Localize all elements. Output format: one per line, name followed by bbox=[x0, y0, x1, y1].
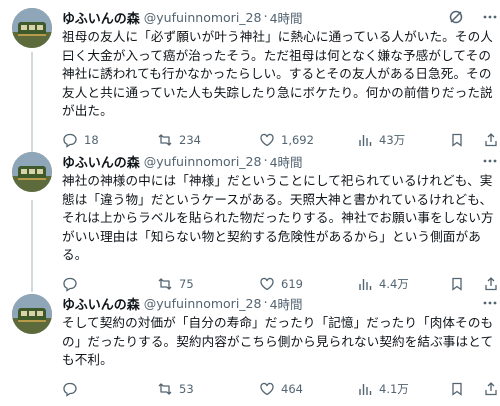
like-button[interactable]: 1,692 bbox=[259, 132, 357, 148]
avatar[interactable] bbox=[12, 294, 52, 334]
grok-slash-icon[interactable] bbox=[447, 8, 465, 26]
tweet-top-actions bbox=[481, 152, 499, 170]
timestamp[interactable]: 4時間 bbox=[270, 152, 303, 171]
bookmark-icon bbox=[452, 382, 462, 396]
retweet-icon bbox=[158, 133, 172, 146]
share-upload-icon bbox=[485, 132, 497, 146]
bookmark-icon bbox=[452, 133, 462, 147]
tweet-text: 神社の神様の中には「神様」だということにして祀られているけれども、実態は「違う物… bbox=[62, 173, 494, 262]
more-dots-icon[interactable] bbox=[481, 8, 499, 26]
like-button[interactable]: 464 bbox=[259, 381, 357, 397]
reply-button[interactable]: 18 bbox=[62, 132, 157, 148]
views-bar-chart-icon bbox=[359, 383, 372, 395]
tweet-body: ゆふいんの森 @yufuinnomori_28 · 4時間 そして契約の対価が「… bbox=[62, 294, 500, 406]
tweet-top-actions bbox=[447, 8, 499, 26]
avatar-column bbox=[12, 294, 52, 406]
like-count: 1,692 bbox=[281, 132, 314, 147]
avatar[interactable] bbox=[12, 152, 52, 192]
more-dots-icon[interactable] bbox=[481, 294, 499, 312]
author-name[interactable]: ゆふいんの森 bbox=[62, 152, 140, 171]
more-dots-icon[interactable] bbox=[481, 152, 499, 170]
tweet-top-actions bbox=[481, 294, 499, 312]
tweet-header: ゆふいんの森 @yufuinnomori_28 · 4時間 bbox=[62, 294, 499, 313]
retweet-icon bbox=[158, 382, 172, 395]
reply-bubble-icon bbox=[63, 133, 77, 148]
retweet-button[interactable]: 53 bbox=[157, 381, 259, 397]
separator: · bbox=[263, 295, 268, 311]
heart-icon bbox=[260, 382, 274, 395]
reply-bubble-icon bbox=[63, 382, 77, 397]
author-handle[interactable]: @yufuinnomori_28 bbox=[144, 10, 262, 25]
bookmark-button[interactable] bbox=[449, 381, 465, 397]
retweet-button[interactable]: 234 bbox=[157, 132, 259, 148]
tweet-actions: 18 234 1,692 43万 bbox=[62, 131, 499, 149]
views-button[interactable]: 43万 bbox=[357, 132, 443, 148]
tweet-actions: 53 464 4.1万 bbox=[62, 380, 499, 398]
heart-icon bbox=[260, 133, 274, 146]
avatar-column bbox=[12, 8, 52, 156]
tweet-text: 祖母の友人に「必ず願いが叶う神社」に熱心に通っている人がいた。その人曰く大金が入… bbox=[62, 29, 493, 118]
share-button[interactable] bbox=[483, 381, 499, 397]
views-button[interactable]: 4.1万 bbox=[357, 381, 443, 397]
thread-line bbox=[31, 200, 33, 292]
author-name[interactable]: ゆふいんの森 bbox=[62, 8, 140, 27]
separator: · bbox=[263, 153, 268, 169]
author-handle[interactable]: @yufuinnomori_28 bbox=[144, 154, 262, 169]
share-button[interactable] bbox=[483, 132, 499, 148]
views-count: 43万 bbox=[379, 132, 406, 147]
tweet-header: ゆふいんの森 @yufuinnomori_28 · 4時間 bbox=[62, 152, 499, 171]
timestamp[interactable]: 4時間 bbox=[270, 294, 303, 313]
retweet-count: 53 bbox=[179, 381, 194, 396]
views-bar-chart-icon bbox=[359, 134, 372, 146]
thread-line bbox=[31, 52, 33, 156]
retweet-count: 234 bbox=[179, 132, 201, 147]
avatar[interactable] bbox=[12, 8, 52, 48]
author-name[interactable]: ゆふいんの森 bbox=[62, 294, 140, 313]
reply-button[interactable] bbox=[62, 381, 157, 397]
separator: · bbox=[263, 9, 268, 25]
timestamp[interactable]: 4時間 bbox=[270, 8, 303, 27]
reply-count: 18 bbox=[84, 132, 99, 147]
avatar-column bbox=[12, 152, 52, 292]
tweet-body: ゆふいんの森 @yufuinnomori_28 · 4時間 祖母の友人に「必ず願… bbox=[62, 8, 500, 148]
like-count: 464 bbox=[281, 381, 303, 396]
author-handle[interactable]: @yufuinnomori_28 bbox=[144, 296, 262, 311]
tweet-text: そして契約の対価が「自分の寿命」だったり「記憶」だったり「肉体そのもの」だったり… bbox=[62, 315, 494, 367]
tweet-body: ゆふいんの森 @yufuinnomori_28 · 4時間 神社の神様の中には「… bbox=[62, 152, 500, 292]
tweet-header: ゆふいんの森 @yufuinnomori_28 · 4時間 bbox=[62, 8, 499, 27]
views-count: 4.1万 bbox=[379, 381, 409, 396]
tweet[interactable]: ゆふいんの森 @yufuinnomori_28 · 4時間 祖母の友人に「必ず願… bbox=[0, 0, 500, 156]
share-upload-icon bbox=[485, 381, 497, 395]
tweet[interactable]: ゆふいんの森 @yufuinnomori_28 · 4時間 そして契約の対価が「… bbox=[0, 288, 500, 406]
tweet[interactable]: ゆふいんの森 @yufuinnomori_28 · 4時間 神社の神様の中には「… bbox=[0, 148, 500, 292]
bookmark-button[interactable] bbox=[449, 132, 465, 148]
